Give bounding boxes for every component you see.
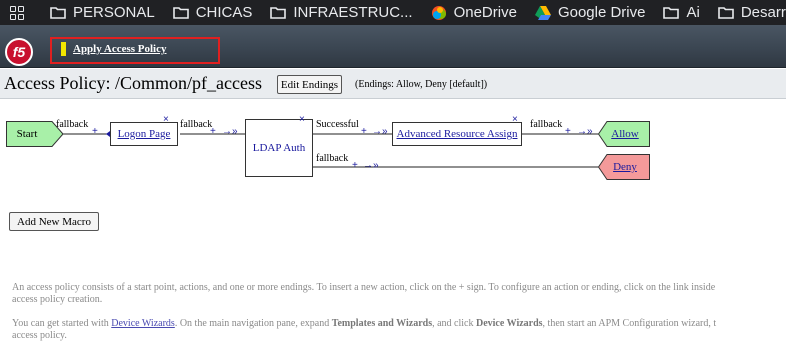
- fallback-label: fallback: [180, 119, 213, 130]
- delete-node-icon[interactable]: ×: [512, 114, 518, 125]
- help-paragraph-2: You can get started with Device Wizards.…: [12, 318, 786, 342]
- deny-ending-node: Deny: [606, 155, 644, 179]
- bookmark-infraestructura[interactable]: INFRAESTRUC...: [270, 4, 413, 21]
- endings-summary: (Endings: Allow, Deny [default]): [355, 79, 488, 90]
- arrow-icon: →»: [372, 126, 388, 137]
- delete-node-icon[interactable]: ×: [299, 114, 305, 125]
- help-text: , and click: [432, 318, 476, 329]
- bookmark-google-drive[interactable]: Google Drive: [534, 4, 646, 21]
- help-line: access policy creation.: [12, 294, 103, 305]
- delete-node-icon[interactable]: ×: [163, 114, 169, 125]
- add-new-macro-button[interactable]: Add New Macro: [9, 212, 99, 231]
- bookmark-chicas[interactable]: CHICAS: [172, 4, 253, 21]
- ldap-auth-label[interactable]: LDAP Auth: [253, 142, 305, 154]
- deny-ending-link[interactable]: Deny: [613, 161, 637, 173]
- folder-icon: [270, 7, 287, 19]
- arrow-icon: →»: [222, 126, 238, 137]
- bookmark-label: CHICAS: [195, 4, 253, 21]
- f5-logo: f5: [5, 38, 33, 66]
- bookmark-ai[interactable]: Ai: [663, 4, 700, 21]
- folder-icon: [172, 7, 189, 19]
- advanced-resource-assign-node: Advanced Resource Assign: [392, 122, 522, 146]
- successful-label: Successful: [316, 119, 359, 130]
- bookmarks-bar: PERSONAL CHICAS INFRAESTRUC... OneDrive …: [0, 0, 786, 25]
- help-line: An access policy consists of a start poi…: [12, 282, 716, 293]
- start-node: Start: [7, 122, 47, 146]
- bookmark-label: OneDrive: [453, 4, 517, 21]
- logon-page-node: Logon Page: [110, 122, 178, 146]
- help-line: access policy.: [12, 330, 67, 341]
- bookmark-personal[interactable]: PERSONAL: [50, 4, 155, 21]
- fallback-label: fallback: [316, 153, 349, 164]
- insert-action-plus-icon[interactable]: +: [361, 126, 367, 137]
- bookmark-onedrive[interactable]: OneDrive: [431, 4, 517, 21]
- help-line: You can get started with Device Wizards.…: [12, 318, 786, 330]
- bookmark-label: Desarrollo: [740, 4, 786, 21]
- bookmark-label: Ai: [686, 4, 700, 21]
- templates-and-wizards-text: Templates and Wizards: [331, 318, 433, 329]
- page-title: Access Policy: /Common/pf_access: [4, 73, 262, 93]
- folder-icon: [663, 7, 680, 19]
- insert-action-plus-icon[interactable]: +: [352, 160, 358, 171]
- edit-endings-button[interactable]: Edit Endings: [277, 75, 342, 94]
- help-text: You can get started with: [12, 318, 112, 329]
- arrow-icon: →»: [363, 160, 379, 171]
- start-node-label: Start: [16, 128, 38, 140]
- bookmark-label: PERSONAL: [73, 4, 155, 21]
- google-drive-icon: [534, 5, 551, 20]
- device-wizards-text: Device Wizards: [475, 318, 543, 329]
- bookmark-desarrollo[interactable]: Desarrollo: [718, 4, 786, 21]
- arrow-icon: →»: [577, 126, 593, 137]
- allow-ending-node: Allow: [606, 122, 644, 146]
- fallback-label: fallback: [56, 119, 89, 130]
- logon-page-link[interactable]: Logon Page: [118, 128, 171, 140]
- insert-action-plus-icon[interactable]: +: [210, 126, 216, 137]
- ldap-auth-node: LDAP Auth: [245, 119, 313, 177]
- folder-icon: [718, 7, 734, 19]
- policy-flow-diagram: Start fallback + Logon Page × fallback +…: [0, 105, 786, 185]
- bookmark-label: INFRAESTRUC...: [293, 4, 413, 21]
- bookmark-label: Google Drive: [557, 4, 646, 21]
- pending-changes-flag-icon: [61, 42, 66, 56]
- fallback-label: fallback: [530, 119, 563, 130]
- apply-access-policy-link[interactable]: Apply Access Policy: [73, 43, 167, 55]
- apps-grid-icon[interactable]: [10, 5, 24, 20]
- help-text: , then start an APM Configuration wizard…: [542, 318, 717, 329]
- device-wizards-link[interactable]: Device Wizards: [111, 318, 175, 329]
- onedrive-icon: [431, 5, 446, 20]
- help-paragraph-1: An access policy consists of a start poi…: [12, 282, 786, 306]
- insert-action-plus-icon[interactable]: +: [92, 126, 98, 137]
- insert-action-plus-icon[interactable]: +: [565, 126, 571, 137]
- help-text: . On the main navigation pane, expand: [174, 318, 332, 329]
- allow-ending-link[interactable]: Allow: [611, 128, 639, 140]
- advanced-resource-assign-link[interactable]: Advanced Resource Assign: [397, 128, 518, 140]
- folder-icon: [50, 7, 66, 19]
